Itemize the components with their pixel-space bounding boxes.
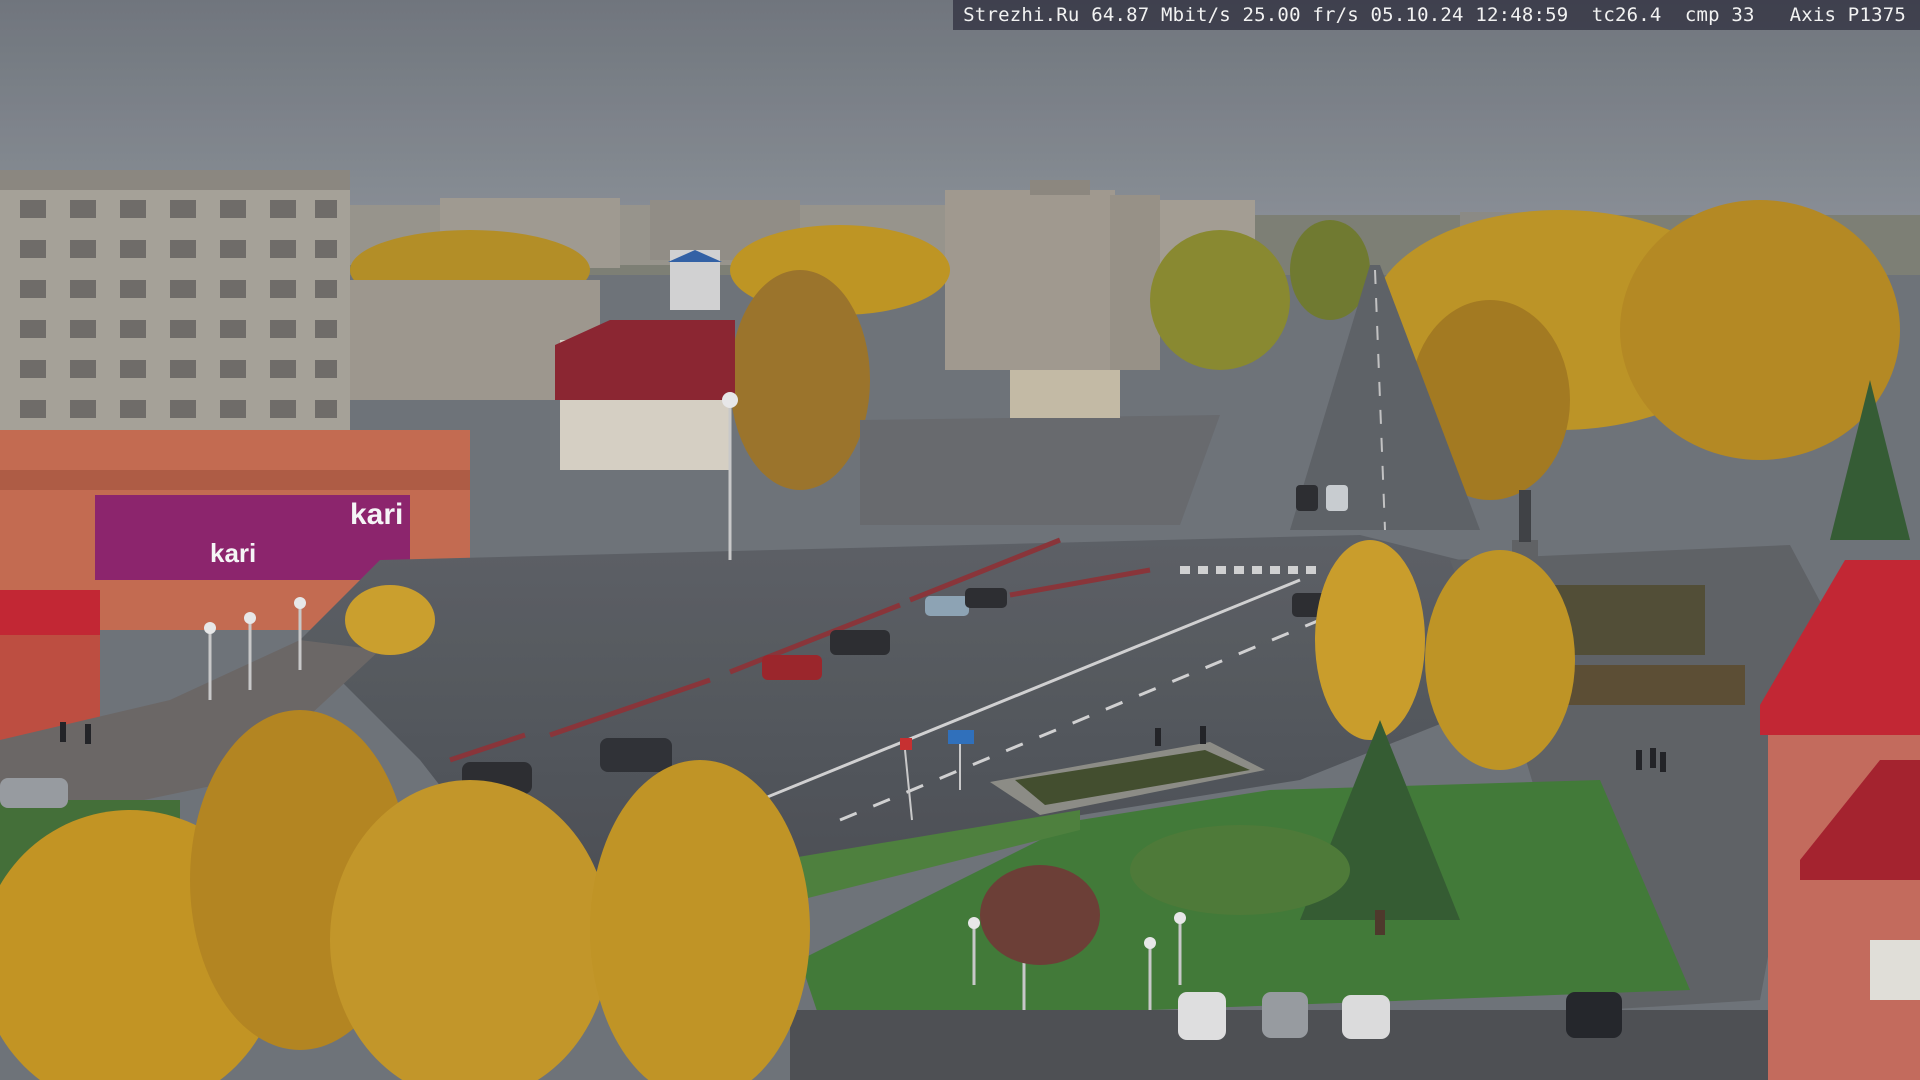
osd-date: 05.10.24	[1370, 4, 1464, 26]
osd-framerate: 25.00 fr/s	[1242, 4, 1359, 26]
camera-osd-overlay: Strezhi.Ru 64.87 Mbit/s 25.00 fr/s 05.10…	[953, 0, 1920, 30]
osd-camera-model: Axis P1375	[1789, 4, 1906, 26]
webcam-scene: kari kari	[0, 0, 1920, 1080]
osd-bitrate: 64.87 Mbit/s	[1091, 4, 1231, 26]
osd-time: 12:48:59	[1475, 4, 1569, 26]
overcast-haze	[0, 0, 1920, 1080]
osd-cmp: cmp 33	[1684, 4, 1755, 26]
osd-tc: tc26.4	[1591, 4, 1662, 26]
osd-site: Strezhi.Ru	[963, 4, 1080, 26]
